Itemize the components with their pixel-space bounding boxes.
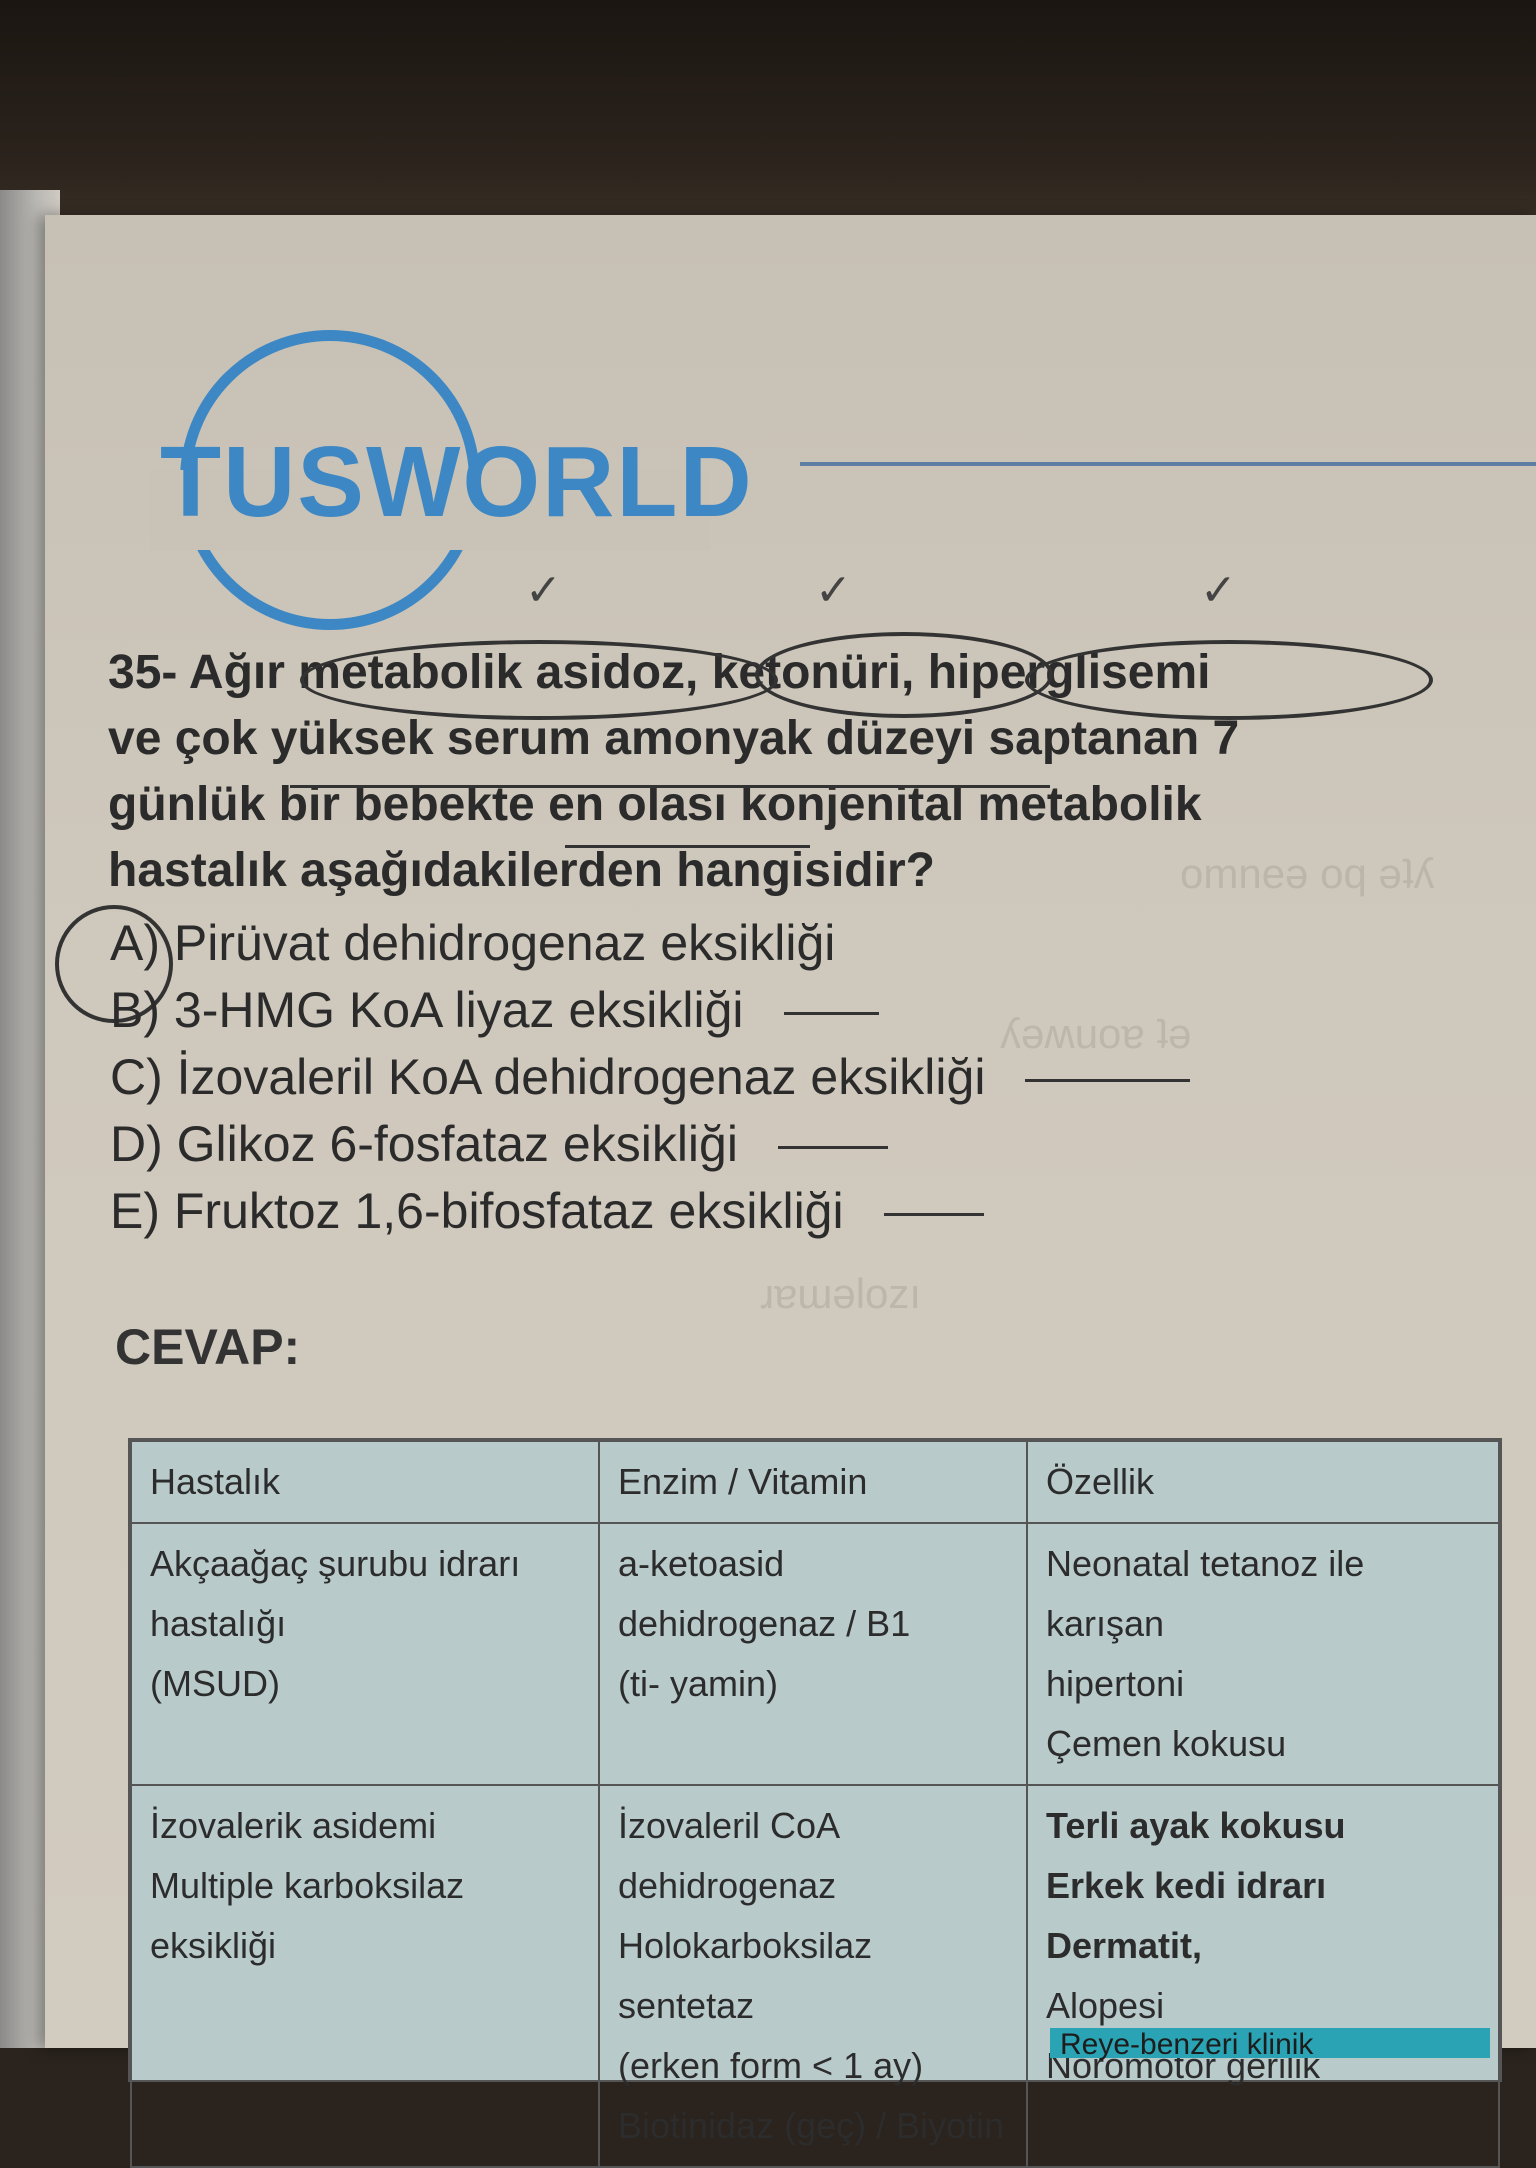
table-row: İzovalerik asidemi Multiple karboksilaz … [130, 1784, 1500, 2168]
table-cell: Terli ayak kokusu Erkek kedi idrarı Derm… [1026, 1784, 1500, 2168]
strike-dash [783, 1012, 879, 1016]
strike-dash [883, 1213, 984, 1217]
annotation-underline [290, 785, 1050, 788]
annotation-ellipse [755, 632, 1053, 718]
table-cell: İzovalerik asidemi Multiple karboksilaz … [130, 1784, 600, 2168]
question-line: günlük bir bebekte en olası konjenital m… [108, 778, 1202, 831]
option-a: A) Pirüvat dehidrogenaz eksikliği [110, 915, 836, 971]
bleed-through-text: ɹɐɯǝlozı [760, 1270, 922, 1317]
info-table: Hastalık Enzim / Vitamin Özellik Akçaağa… [128, 1438, 1502, 2168]
answer-label: CEVAP: [115, 1319, 301, 1375]
table-cell: Neonatal tetanoz ile karışan hipertoni Ç… [1026, 1522, 1500, 1786]
background-dark [0, 0, 1536, 230]
table-header-row: Hastalık Enzim / Vitamin Özellik [130, 1440, 1500, 1524]
annotation-underline [565, 845, 810, 848]
option-c: C) İzovaleril KoA dehidrogenaz eksikliği [110, 1044, 1191, 1111]
header-rule [800, 462, 1536, 466]
table-cell: İzovaleril CoA dehidrogenaz Holokarboksi… [598, 1784, 1028, 2168]
table-cell: Akçaağaç şurubu idrarı hastalığı (MSUD) [130, 1522, 600, 1786]
check-mark-icon: ✓ [1200, 566, 1237, 615]
table-header: Özellik [1026, 1440, 1500, 1524]
option-b: B) 3-HMG KoA liyaz eksikliği [110, 977, 1190, 1044]
answer-options: A) Pirüvat dehidrogenaz eksikliği B) 3-H… [110, 910, 1191, 1245]
check-mark-icon: ✓ [815, 566, 852, 615]
highlighted-cell: Reye-benzeri klinik [1050, 2028, 1490, 2061]
table-header: Enzim / Vitamin [598, 1440, 1028, 1524]
table-header: Hastalık [130, 1440, 600, 1524]
table-cell: a-ketoasid dehidrogenaz / B1 (ti- yamin) [598, 1522, 1028, 1786]
option-d: D) Glikoz 6-fosfataz eksikliği [110, 1111, 1190, 1178]
option-e: E) Fruktoz 1,6-bifosfataz eksikliği [110, 1178, 1190, 1245]
strike-dash [777, 1146, 888, 1150]
table-row: Akçaağaç şurubu idrarı hastalığı (MSUD) … [130, 1522, 1500, 1786]
check-mark-icon: ✓ [525, 566, 562, 615]
annotation-ellipse [300, 640, 778, 720]
strike-dash [1025, 1079, 1191, 1083]
highlight-text: Reye-benzeri klinik [1060, 2028, 1314, 2061]
logo: TUSWORLD [160, 426, 754, 538]
annotation-ellipse [1025, 640, 1433, 720]
